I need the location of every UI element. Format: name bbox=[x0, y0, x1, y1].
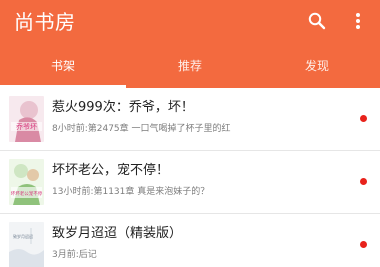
cover-title-text: 坏坏老公宠不停 bbox=[11, 190, 43, 197]
update-indicator-dot bbox=[360, 241, 367, 248]
book-title: 致岁月迢迢（精装版） bbox=[52, 226, 183, 241]
tab-label: 书架 bbox=[50, 59, 75, 73]
list-item[interactable]: 致岁月迢迢 致岁月迢迢（精装版） 3月前:后记 bbox=[0, 214, 380, 267]
more-options-button[interactable] bbox=[346, 8, 370, 34]
list-item[interactable]: 乔爷坏 惹火999次：乔爷，坏！ 8小时前:第2475章 一口气喝掉了杯子里的红 bbox=[0, 88, 380, 151]
search-icon bbox=[308, 12, 326, 30]
tab-discover[interactable]: 发现 bbox=[254, 50, 380, 88]
tab-bookshelf[interactable]: 书架 bbox=[0, 50, 126, 88]
update-indicator-dot bbox=[360, 178, 367, 185]
more-vert-icon bbox=[356, 13, 360, 29]
tab-recommend[interactable]: 推荐 bbox=[127, 50, 253, 88]
book-cover: 乔爷坏 bbox=[9, 96, 44, 142]
book-latest-chapter: 13小时前:第1131章 真是来泡妹子的？ bbox=[52, 187, 210, 197]
app-bar: 尚书房 书架 推荐 发现 bbox=[0, 0, 380, 88]
cover-title-text: 乔爷坏 bbox=[16, 122, 37, 131]
book-title: 坏坏老公，宠不停！ bbox=[52, 163, 170, 178]
tab-label: 推荐 bbox=[177, 59, 202, 73]
tab-bar: 书架 推荐 发现 bbox=[0, 50, 380, 88]
book-latest-chapter: 8小时前:第2475章 一口气喝掉了杯子里的红 bbox=[52, 124, 231, 134]
update-indicator-dot bbox=[360, 115, 367, 122]
book-cover: 致岁月迢迢 bbox=[9, 222, 44, 267]
cover-title-text: 致岁月迢迢 bbox=[13, 233, 33, 239]
app-title: 尚书房 bbox=[14, 10, 76, 34]
book-cover: 坏坏老公宠不停 bbox=[9, 159, 44, 205]
tab-label: 发现 bbox=[304, 59, 329, 73]
list-item[interactable]: 坏坏老公宠不停 坏坏老公，宠不停！ 13小时前:第1131章 真是来泡妹子的？ bbox=[0, 151, 380, 214]
search-button[interactable] bbox=[304, 8, 330, 34]
book-title: 惹火999次：乔爷，坏！ bbox=[52, 100, 194, 115]
book-latest-chapter: 3月前:后记 bbox=[52, 250, 97, 260]
